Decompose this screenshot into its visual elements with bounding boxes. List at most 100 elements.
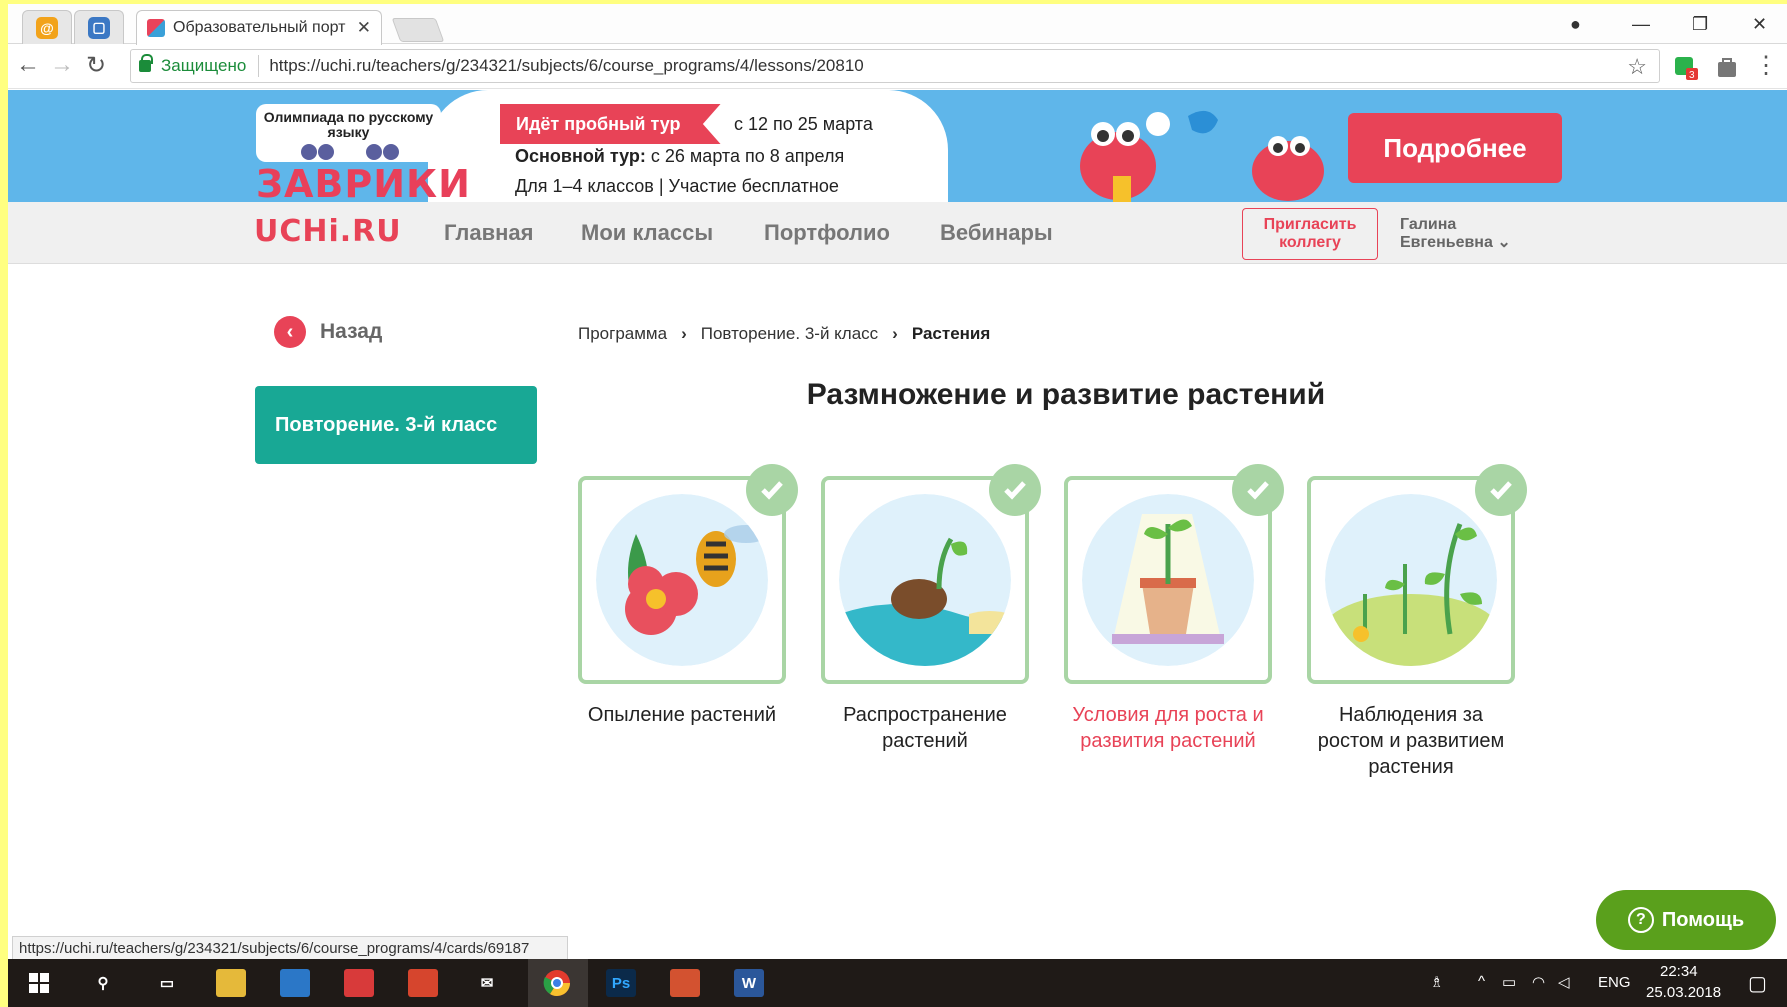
word-icon[interactable]: W xyxy=(734,969,764,997)
invite-colleague-button[interactable]: Пригласить коллегу xyxy=(1242,208,1378,260)
completed-check-icon xyxy=(1475,464,1527,516)
language-indicator[interactable]: ENG xyxy=(1598,974,1631,991)
card-frame[interactable] xyxy=(1064,464,1284,684)
new-tab-button[interactable] xyxy=(391,18,445,42)
help-label: Помощь xyxy=(1661,908,1745,931)
url-text[interactable]: https://uchi.ru/teachers/g/234321/subjec… xyxy=(269,56,863,76)
breadcrumb-separator-icon: › xyxy=(681,324,687,343)
card-label[interactable]: Опыление растений xyxy=(578,702,786,728)
volume-icon[interactable]: ◁ xyxy=(1558,973,1570,991)
lesson-card-observation[interactable]: Наблюдения за ростом и развитием растени… xyxy=(1307,464,1527,780)
breadcrumb-separator-icon: › xyxy=(892,324,898,343)
wifi-icon[interactable]: ◠ xyxy=(1532,973,1545,991)
search-icon[interactable]: ⚲ xyxy=(88,969,118,997)
close-window-button[interactable]: ✕ xyxy=(1752,14,1767,35)
people-icon[interactable]: ♗ xyxy=(1430,973,1443,991)
breadcrumb-program[interactable]: Программа xyxy=(578,324,667,344)
course-card[interactable]: Повторение. 3-й класс xyxy=(255,386,537,464)
olympiad-title: Олимпиада по русскому xyxy=(263,109,434,125)
bag-extension-icon[interactable] xyxy=(1714,54,1740,80)
reload-icon[interactable]: ↻ xyxy=(78,51,114,80)
completed-check-icon xyxy=(989,464,1041,516)
eyes-icon xyxy=(300,144,399,160)
help-button[interactable]: ? Помощь xyxy=(1596,890,1776,950)
task-view-icon[interactable]: ▭ xyxy=(152,969,182,997)
nav-link-portfolio[interactable]: Портфолио xyxy=(764,220,890,246)
more-button[interactable]: Подробнее xyxy=(1348,113,1562,183)
restore-button[interactable]: ❐ xyxy=(1692,14,1708,35)
back-label: Назад xyxy=(320,320,383,343)
forward-arrow-icon[interactable]: → xyxy=(44,51,80,79)
chrome-icon[interactable] xyxy=(542,969,572,997)
powerpoint-icon[interactable] xyxy=(670,969,700,997)
paint-app-icon[interactable] xyxy=(408,969,438,997)
observation-illustration xyxy=(1325,494,1497,666)
card-frame[interactable] xyxy=(1307,464,1527,684)
card-frame[interactable] xyxy=(821,464,1041,684)
tab-active[interactable]: Образовательный порт ✕ xyxy=(136,10,382,45)
card-frame[interactable] xyxy=(578,464,798,684)
grades-info: Для 1–4 классов | Участие бесплатное xyxy=(515,176,839,196)
reader-app-icon[interactable] xyxy=(344,969,374,997)
bookmark-star-icon[interactable]: ☆ xyxy=(1627,54,1647,80)
secure-label: Защищено xyxy=(161,56,247,75)
profile-icon[interactable]: ● xyxy=(1570,14,1581,35)
browser-toolbar: ← → ↻ Защищено https://uchi.ru/teachers/… xyxy=(8,45,1787,89)
growth-conditions-illustration xyxy=(1082,494,1254,666)
mail-icon[interactable]: ✉ xyxy=(472,969,502,997)
lesson-card-pollination[interactable]: Опыление растений xyxy=(578,464,798,728)
extension-icon[interactable]: 3 xyxy=(1672,54,1698,81)
lesson-card-growth-conditions[interactable]: Условия для роста и развития растений xyxy=(1064,464,1284,754)
address-bar[interactable]: Защищено https://uchi.ru/teachers/g/2343… xyxy=(130,49,1660,83)
file-explorer-icon[interactable] xyxy=(216,969,246,997)
back-chevron-icon: ‹ xyxy=(274,316,306,348)
store-icon[interactable] xyxy=(280,969,310,997)
clock-date[interactable]: 25.03.2018 xyxy=(1646,984,1721,1001)
main-tour-dates: с 26 марта по 8 апреля xyxy=(645,146,845,166)
browser-window: @ ▢ Образовательный порт ✕ ● — ❐ ✕ ← → ↻… xyxy=(8,4,1787,962)
user-last-name-text: Евгеньевна xyxy=(1400,234,1493,251)
completed-check-icon xyxy=(1232,464,1284,516)
breadcrumb-course[interactable]: Повторение. 3-й класс xyxy=(701,324,878,344)
divider xyxy=(258,55,260,77)
extension-badge: 3 xyxy=(1689,70,1695,80)
tab-close-icon[interactable]: ✕ xyxy=(357,18,371,38)
completed-check-icon xyxy=(746,464,798,516)
back-link[interactable]: ‹ Назад xyxy=(274,316,382,348)
lesson-card-dispersal[interactable]: Распространение растений xyxy=(821,464,1041,754)
user-last-name: Евгеньевна ⌄ xyxy=(1400,234,1511,252)
card-label[interactable]: Распространение растений xyxy=(821,702,1029,754)
user-menu[interactable]: Галина Евгеньевна ⌄ xyxy=(1400,216,1511,252)
nav-link-webinars[interactable]: Вебинары xyxy=(940,220,1053,246)
minimize-button[interactable]: — xyxy=(1632,14,1650,35)
windows-start-icon[interactable] xyxy=(24,969,54,997)
card-label-highlighted[interactable]: Условия для роста и развития растений xyxy=(1064,702,1272,754)
nav-link-my-classes[interactable]: Мои классы xyxy=(581,220,713,246)
site-favicon-icon xyxy=(147,19,165,37)
menu-dots-icon[interactable]: ⋮ xyxy=(1748,51,1784,80)
nav-link-home[interactable]: Главная xyxy=(444,220,533,246)
tab-title: Образовательный порт xyxy=(173,19,346,36)
pollination-illustration xyxy=(596,494,768,666)
back-arrow-icon[interactable]: ← xyxy=(10,51,46,79)
show-hidden-icons-chevron-icon[interactable]: ^ xyxy=(1478,973,1485,990)
windows-taskbar: ⚲ ▭ ✉ Ps W ♗ ^ ▭ ◠ ◁ ENG 22:34 25.03.201… xyxy=(8,959,1787,1007)
mail-at-icon: @ xyxy=(36,16,58,39)
trial-tour-dates: с 12 по 25 марта xyxy=(734,114,873,134)
pinned-tab-chat[interactable]: ▢ xyxy=(74,10,124,44)
olympiad-subtitle: языку xyxy=(327,124,370,140)
invite-line1: Пригласить xyxy=(1263,216,1357,233)
lock-icon xyxy=(139,54,153,72)
notifications-icon[interactable]: ▢ xyxy=(1748,971,1767,996)
main-tour-text: Основной тур: с 26 марта по 8 апреля xyxy=(515,146,844,167)
battery-icon[interactable]: ▭ xyxy=(1502,973,1516,991)
card-label[interactable]: Наблюдения за ростом и развитием растени… xyxy=(1307,702,1515,780)
photoshop-icon[interactable]: Ps xyxy=(606,969,636,997)
question-icon: ? xyxy=(1627,907,1654,933)
uchi-logo[interactable]: UCHi.RU xyxy=(254,214,402,249)
monster-illustration xyxy=(1080,110,1324,202)
pinned-tab-mail[interactable]: @ xyxy=(22,10,72,44)
promo-banner[interactable]: Олимпиада по русскому языку ЗАВРИКИ Идёт… xyxy=(8,90,1787,202)
invite-line2: коллегу xyxy=(1279,234,1341,251)
clock-time[interactable]: 22:34 xyxy=(1660,963,1698,980)
